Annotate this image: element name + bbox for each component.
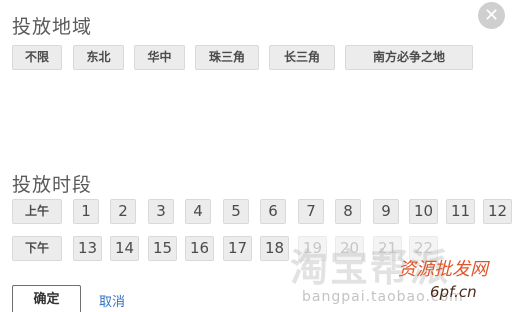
- watermark-site-name: 资源批发网: [398, 259, 488, 280]
- hour-chip[interactable]: 1: [73, 199, 99, 224]
- hour-chip[interactable]: 17: [223, 236, 252, 261]
- hour-chip[interactable]: 8: [335, 199, 361, 224]
- hour-chip[interactable]: 12: [483, 199, 512, 224]
- hour-chip[interactable]: 13: [73, 236, 102, 261]
- region-option-pearl-river-delta[interactable]: 珠三角: [195, 45, 259, 70]
- region-option-southern-key-areas[interactable]: 南方必争之地: [345, 45, 473, 70]
- hour-chip[interactable]: 3: [148, 199, 174, 224]
- hour-chip[interactable]: 2: [110, 199, 136, 224]
- hour-chip[interactable]: 7: [298, 199, 324, 224]
- hour-chip[interactable]: 10: [409, 199, 438, 224]
- region-option-unlimited[interactable]: 不限: [12, 45, 62, 70]
- ad-targeting-dialog: ✕ 投放地域 不限 东北 华中 珠三角 长三角 南方必争之地 投放时段 上午 1…: [0, 0, 513, 312]
- confirm-button[interactable]: 确定: [12, 285, 81, 312]
- morning-toggle[interactable]: 上午: [12, 199, 62, 224]
- hour-chip[interactable]: 4: [185, 199, 211, 224]
- time-section-title: 投放时段: [12, 174, 93, 196]
- region-option-yangtze-river-delta[interactable]: 长三角: [269, 45, 335, 70]
- afternoon-toggle[interactable]: 下午: [12, 236, 62, 261]
- hour-chip[interactable]: 5: [223, 199, 249, 224]
- hour-chip[interactable]: 16: [185, 236, 214, 261]
- region-option-central[interactable]: 华中: [134, 45, 185, 70]
- region-option-northeast[interactable]: 东北: [73, 45, 124, 70]
- watermark-domain: 6pf.cn: [430, 283, 477, 301]
- hour-chip[interactable]: 11: [446, 199, 475, 224]
- region-section-title: 投放地域: [12, 16, 93, 38]
- hour-chip[interactable]: 15: [148, 236, 177, 261]
- hour-chip[interactable]: 6: [260, 199, 286, 224]
- hour-chip[interactable]: 14: [110, 236, 139, 261]
- cancel-link[interactable]: 取消: [99, 291, 125, 310]
- hour-chip[interactable]: 9: [373, 199, 399, 224]
- hour-chip[interactable]: 18: [260, 236, 289, 261]
- close-icon[interactable]: ✕: [478, 2, 505, 29]
